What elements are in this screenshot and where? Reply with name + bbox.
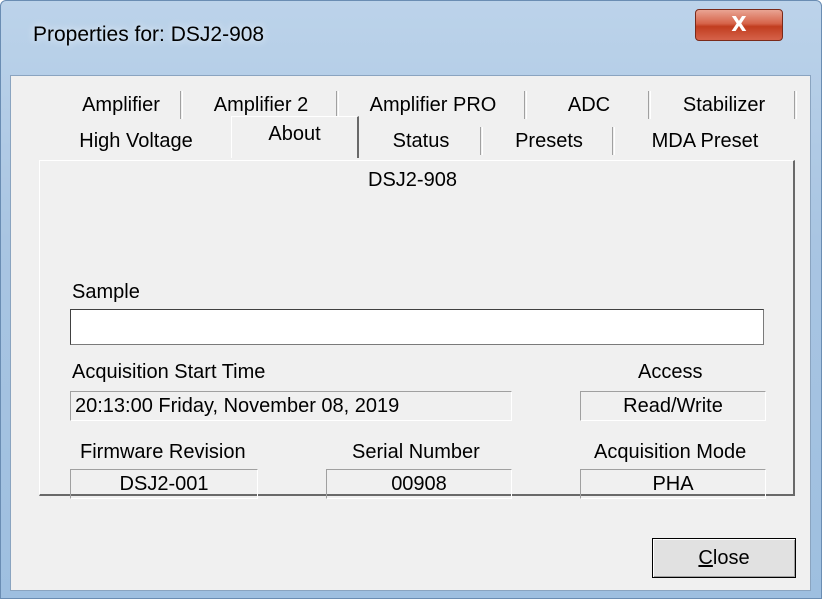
tab-about[interactable]: About bbox=[231, 116, 359, 158]
tab-high-voltage[interactable]: High Voltage bbox=[41, 123, 231, 161]
device-name: DSJ2-908 bbox=[368, 169, 457, 191]
acquisition-mode-label: Acquisition Mode bbox=[594, 441, 747, 463]
close-icon: X bbox=[731, 12, 747, 36]
acquisition-start-time-label: Acquisition Start Time bbox=[72, 361, 266, 383]
tab-presets[interactable]: Presets bbox=[483, 123, 615, 161]
access-value: Read/Write bbox=[580, 391, 766, 421]
tab-amplifier[interactable]: Amplifier bbox=[59, 87, 183, 125]
tab-adc[interactable]: ADC bbox=[527, 87, 651, 125]
serial-number-value: 00908 bbox=[326, 469, 512, 499]
properties-window: Properties for: DSJ2-908 X Amplifier Amp… bbox=[0, 0, 822, 599]
dialog-client-area: Amplifier Amplifier 2 Amplifier PRO ADC … bbox=[10, 75, 811, 591]
window-title: Properties for: DSJ2-908 bbox=[33, 23, 265, 46]
access-label: Access bbox=[638, 361, 703, 383]
title-bar[interactable]: Properties for: DSJ2-908 X bbox=[1, 1, 821, 75]
firmware-revision-value: DSJ2-001 bbox=[70, 469, 258, 499]
close-window-button[interactable]: X bbox=[695, 9, 783, 41]
sample-input[interactable] bbox=[70, 309, 764, 345]
tab-status[interactable]: Status bbox=[359, 123, 483, 161]
firmware-revision-label: Firmware Revision bbox=[80, 441, 246, 463]
acquisition-start-time-value: 20:13:00 Friday, November 08, 2019 bbox=[70, 391, 512, 421]
close-button[interactable]: Close bbox=[652, 538, 796, 578]
tab-stabilizer[interactable]: Stabilizer bbox=[651, 87, 797, 125]
acquisition-mode-value: PHA bbox=[580, 469, 766, 499]
sample-label: Sample bbox=[72, 281, 140, 303]
about-panel: DSJ2-908 Sample Acquisition Start Time 2… bbox=[39, 160, 795, 499]
tab-mda-preset[interactable]: MDA Preset bbox=[615, 123, 795, 161]
serial-number-label: Serial Number bbox=[352, 441, 480, 463]
tab-amplifier-pro[interactable]: Amplifier PRO bbox=[339, 87, 527, 125]
